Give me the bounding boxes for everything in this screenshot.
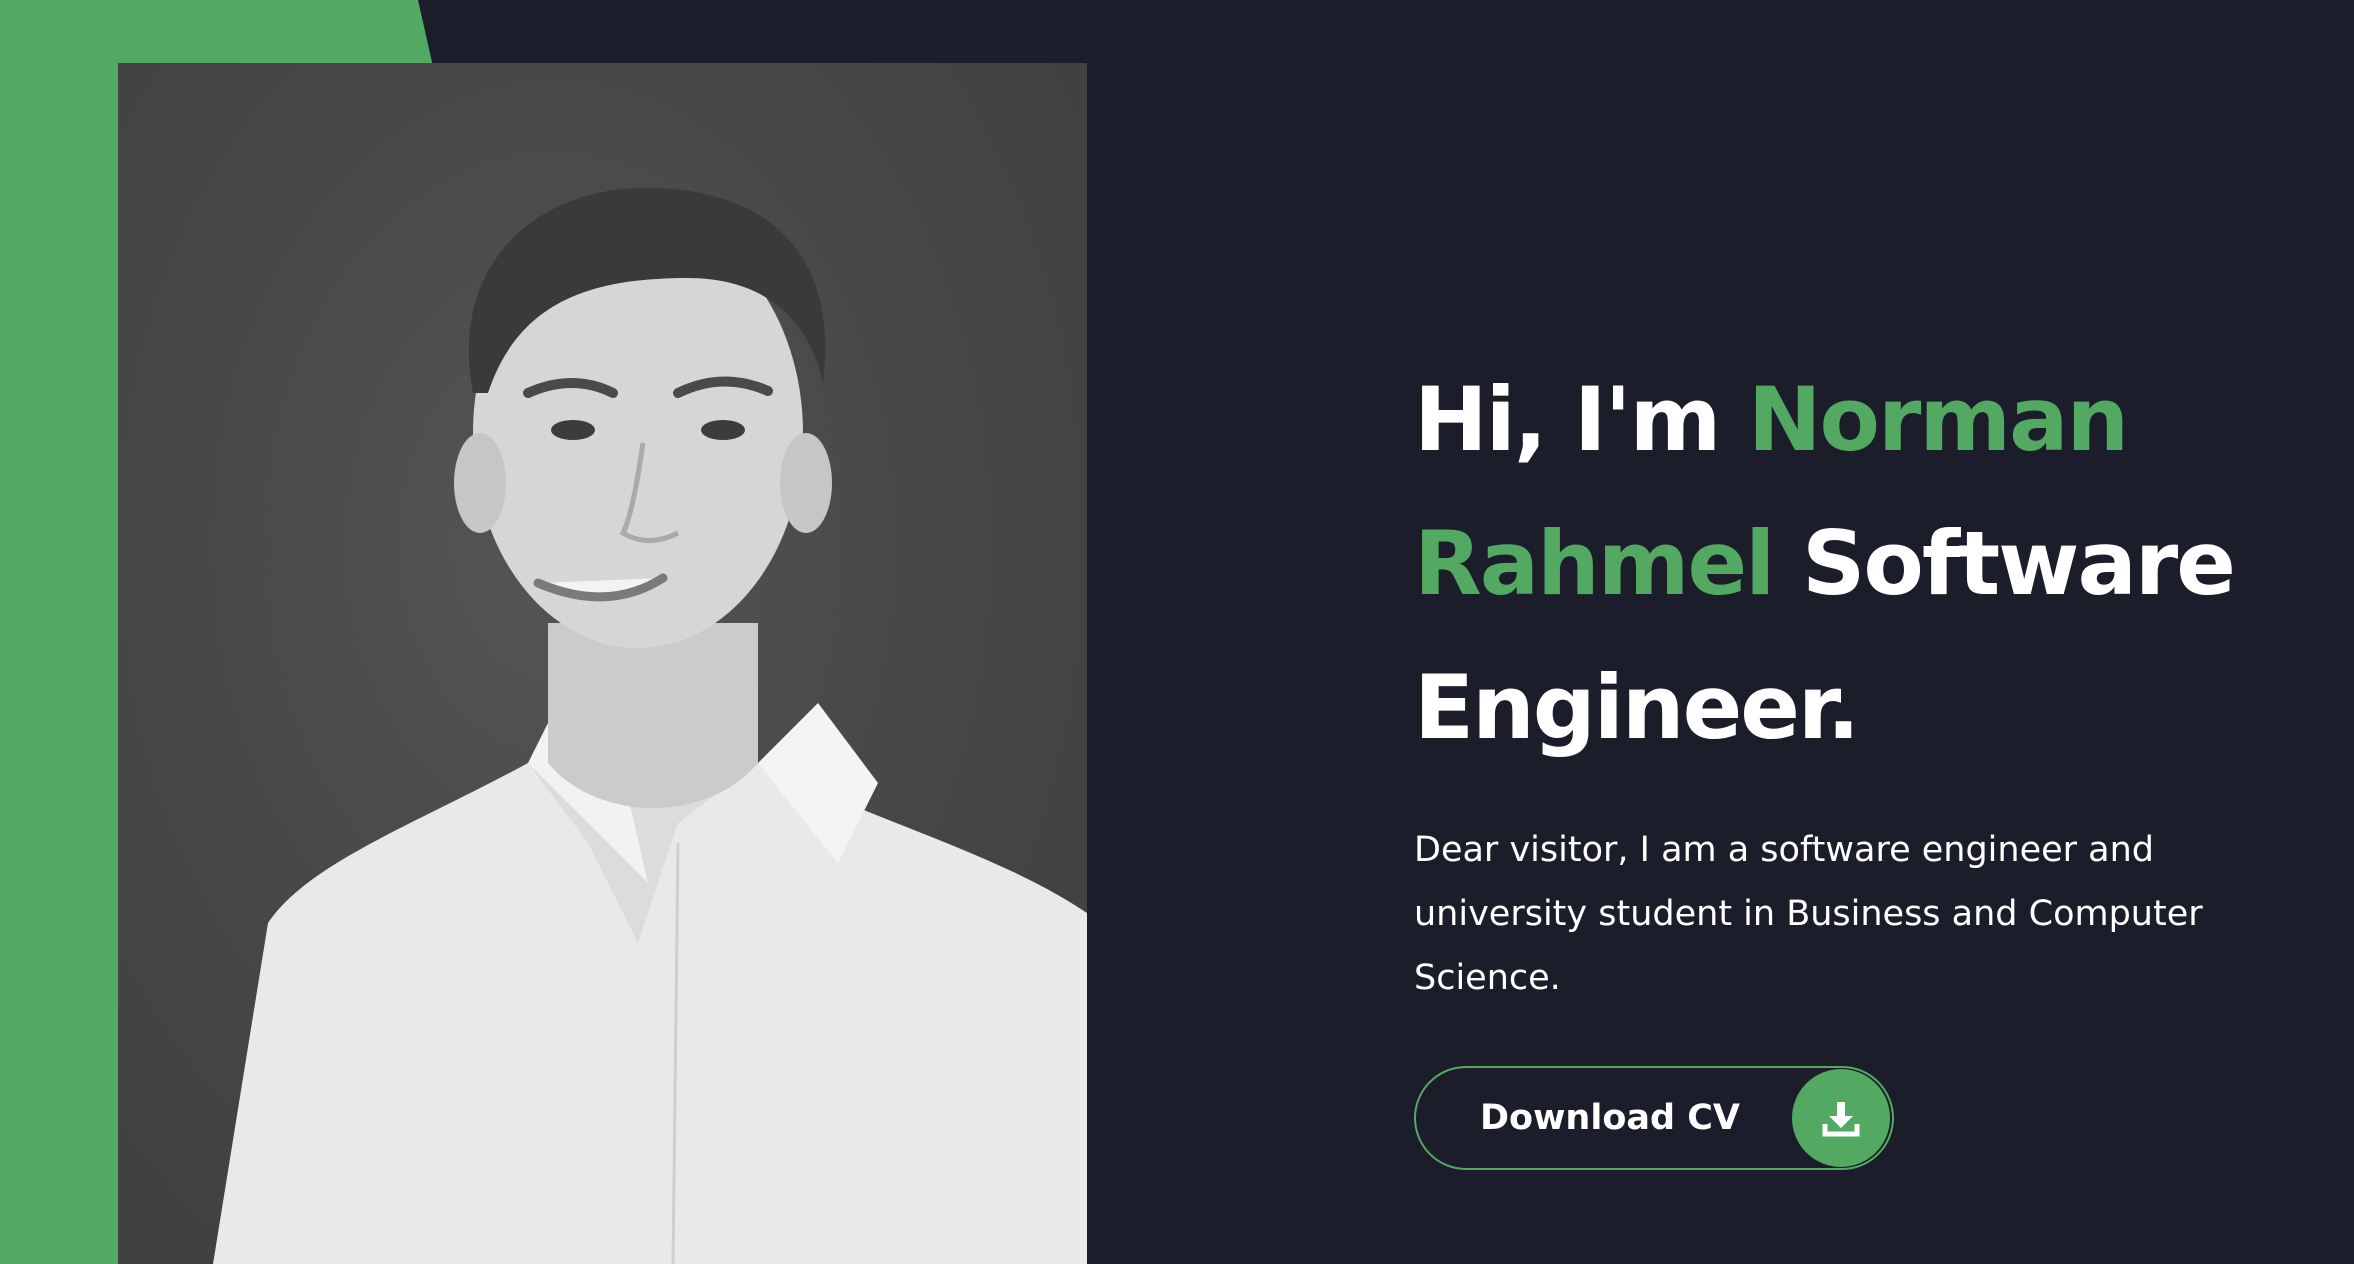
portrait-photo: [118, 63, 1087, 1264]
download-icon: [1792, 1069, 1890, 1167]
page: Hi, I'm Norman Rahmel Software Engineer. D…: [0, 0, 2354, 1264]
headline-first-name: Norman: [1747, 368, 2129, 471]
headline-role: Software: [1801, 512, 2236, 615]
headline-role-2: Engineer.: [1414, 656, 1860, 759]
hero-section: Hi, I'm Norman Rahmel Software Engineer. D…: [1414, 348, 2314, 1010]
portrait-illustration: [213, 187, 1087, 1264]
headline-greeting: Hi, I'm: [1414, 368, 1721, 471]
download-cv-label: Download CV: [1480, 1098, 1741, 1138]
hero-headline: Hi, I'm Norman Rahmel Software Engineer.: [1414, 348, 2314, 780]
hero-intro: Dear visitor, I am a software engineer a…: [1414, 830, 2203, 998]
headline-last-name: Rahmel: [1414, 512, 1775, 615]
download-cv-button[interactable]: Download CV: [1414, 1066, 1894, 1170]
